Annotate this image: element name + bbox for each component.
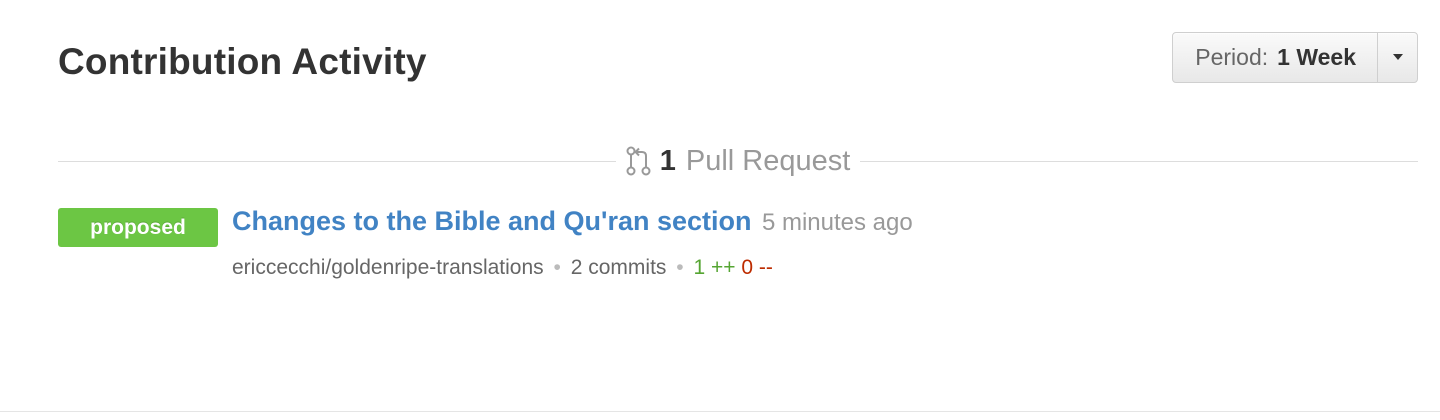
deletions-count: 0 <box>741 256 754 279</box>
deletions-marker: -- <box>758 256 773 279</box>
separator-dot: • <box>676 256 684 279</box>
pull-request-heading: Changes to the Bible and Qu'ran section … <box>232 206 913 237</box>
pull-request-title-link[interactable]: Changes to the Bible and Qu'ran section <box>232 206 752 236</box>
page-title: Contribution Activity <box>58 41 427 82</box>
period-label: Period: <box>1195 43 1269 70</box>
repository-link[interactable]: ericcecchi/goldenripe-translations <box>232 256 544 279</box>
additions-marker: ++ <box>710 256 736 279</box>
period-value: 1 Week <box>1277 43 1356 70</box>
divider-line-left <box>58 160 616 162</box>
status-badge: proposed <box>58 208 218 247</box>
period-dropdown-toggle[interactable] <box>1378 33 1417 82</box>
additions-count: 1 <box>693 256 706 279</box>
pull-request-label: Pull Request <box>685 144 851 177</box>
divider-line-right <box>860 160 1419 162</box>
period-button[interactable]: Period: 1 Week <box>1173 32 1378 82</box>
section-heading: 1 Pull Request <box>616 145 861 178</box>
contribution-header: Contribution Activity Period: 1 Week <box>58 31 1418 88</box>
pull-request-meta: ericcecchi/goldenripe-translations • 2 c… <box>232 256 773 280</box>
separator-dot: • <box>553 256 561 279</box>
section-divider: 1 Pull Request <box>58 140 1419 182</box>
caret-down-icon <box>1392 54 1403 60</box>
bottom-divider <box>0 411 1440 412</box>
commits-count-link[interactable]: 2 commits <box>571 256 667 279</box>
period-select[interactable]: Period: 1 Week <box>1172 31 1418 83</box>
pull-request-time: 5 minutes ago <box>761 209 913 236</box>
git-pull-request-icon <box>626 146 651 176</box>
pull-request-count: 1 <box>659 144 676 177</box>
